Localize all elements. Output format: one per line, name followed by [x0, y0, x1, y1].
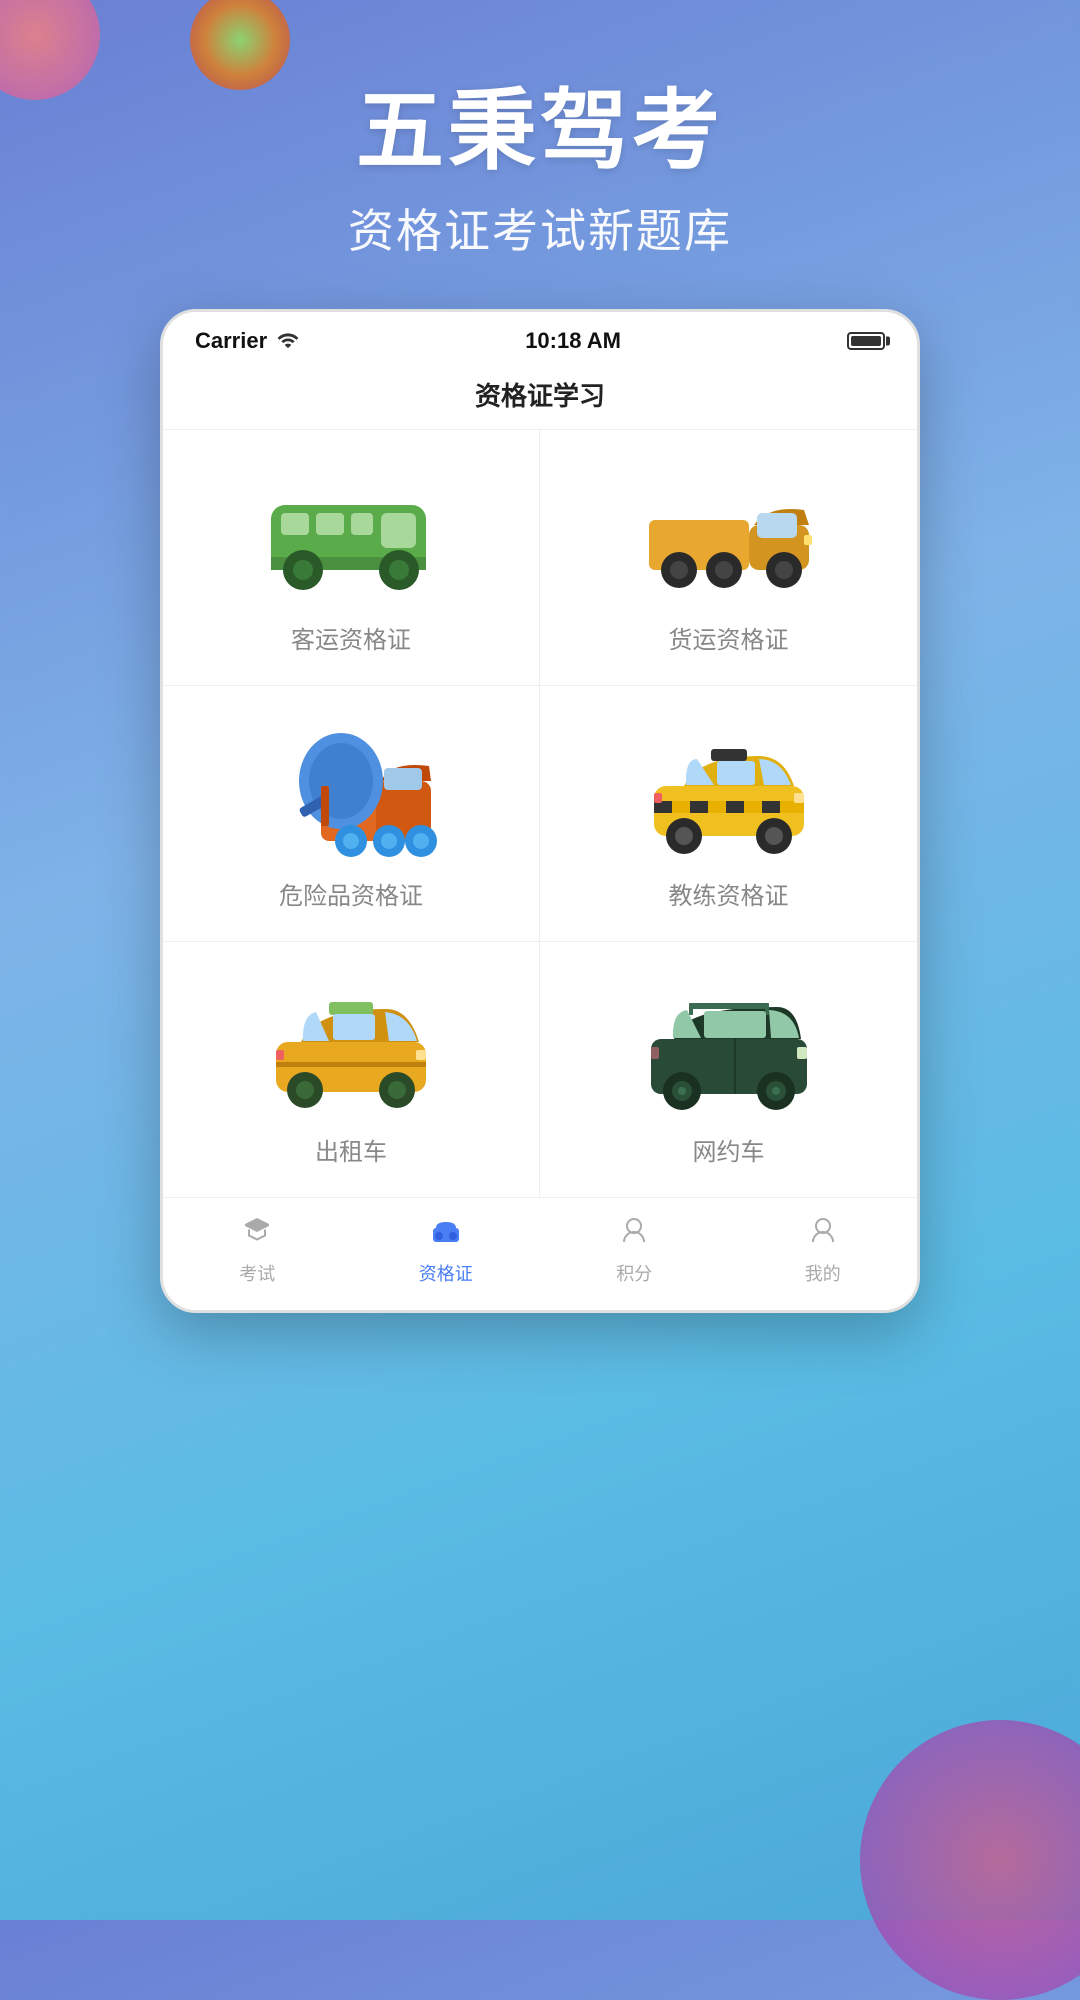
category-rideshare[interactable]: 网约车: [540, 942, 917, 1197]
category-grid: 客运资格证: [163, 430, 917, 1197]
status-time: 10:18 AM: [525, 328, 621, 354]
vehicle-green-bus-icon: [261, 470, 441, 600]
category-passenger-label: 客运资格证: [291, 620, 411, 655]
category-freight[interactable]: 货运资格证: [540, 430, 917, 686]
tab-cert[interactable]: 资格证: [352, 1214, 541, 1286]
category-taxi-label: 出租车: [315, 1132, 387, 1167]
battery-fill: [851, 336, 881, 346]
category-taxi[interactable]: 出租车: [163, 942, 540, 1197]
vehicle-cement-mixer-icon: [261, 726, 441, 856]
app-title: 五秉驾考: [0, 60, 1080, 187]
tab-mine-label: 我的: [805, 1260, 841, 1286]
status-right: [847, 332, 885, 350]
category-rideshare-label: 网约车: [693, 1132, 765, 1167]
category-passenger[interactable]: 客运资格证: [163, 430, 540, 686]
vehicle-dark-suv-icon: [639, 982, 819, 1112]
category-hazmat[interactable]: 危险品资格证: [163, 686, 540, 942]
category-trainer[interactable]: 教练资格证: [540, 686, 917, 942]
tab-mine[interactable]: 我的: [729, 1214, 918, 1286]
cert-icon: [430, 1214, 462, 1254]
category-trainer-label: 教练资格证: [669, 876, 789, 911]
wifi-icon: [277, 329, 299, 353]
tab-cert-label: 资格证: [419, 1260, 473, 1286]
vehicle-yellow-truck-icon: [639, 470, 819, 600]
tab-exam-label: 考试: [239, 1260, 275, 1286]
battery-icon: [847, 332, 885, 350]
tab-exam[interactable]: 考试: [163, 1214, 352, 1286]
carrier-label: Carrier: [195, 328, 267, 354]
category-hazmat-label: 危险品资格证: [279, 876, 423, 911]
tab-bar: 考试 资格证 积分: [163, 1197, 917, 1310]
app-header: 五秉驾考 资格证考试新题库: [0, 0, 1080, 261]
app-subtitle: 资格证考试新题库: [0, 195, 1080, 261]
status-bar: Carrier 10:18 AM: [163, 312, 917, 362]
status-left: Carrier: [195, 328, 299, 354]
exam-icon: [241, 1214, 273, 1254]
phone-mockup: Carrier 10:18 AM 资格证学习: [160, 309, 920, 1313]
blob-decoration-bottomright: [860, 1720, 1080, 2000]
mine-icon: [807, 1214, 839, 1254]
points-icon: [618, 1214, 650, 1254]
vehicle-yellow-cab-icon: [261, 982, 441, 1112]
tab-points[interactable]: 积分: [540, 1214, 729, 1286]
vehicle-taxi-icon: [639, 726, 819, 856]
nav-title: 资格证学习: [163, 362, 917, 430]
category-freight-label: 货运资格证: [669, 620, 789, 655]
tab-points-label: 积分: [616, 1260, 652, 1286]
